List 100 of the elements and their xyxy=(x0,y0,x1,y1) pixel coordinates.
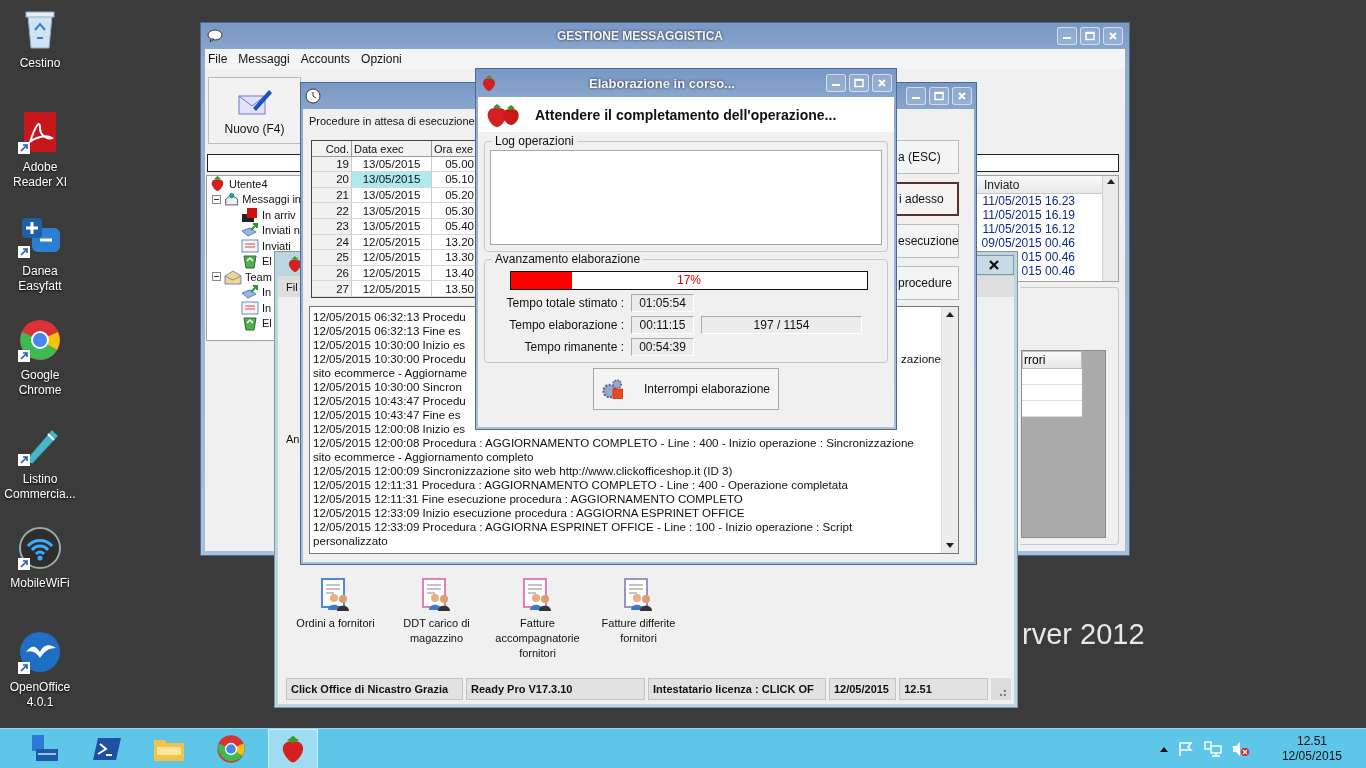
chat-bubble-icon xyxy=(207,29,223,43)
scroll-up-icon[interactable] xyxy=(946,311,954,317)
tree-item[interactable]: Inviati xyxy=(262,239,291,252)
document-people-icon[interactable] xyxy=(420,578,453,612)
collapse-toggle[interactable] xyxy=(212,272,221,282)
desktop-icon-label[interactable]: OpenOffice 4.0.1 xyxy=(3,680,77,710)
readout-field: 01:05:54 xyxy=(631,294,694,312)
maximize-icon xyxy=(934,91,944,101)
log-line: 12/05/2015 10:30:00 Sincron xyxy=(313,380,462,394)
bin-icon xyxy=(241,253,259,270)
menu-item[interactable]: Messaggi xyxy=(238,52,290,66)
desktop-icon-label[interactable]: Google Chrome xyxy=(3,368,77,398)
clock-icon xyxy=(305,88,321,104)
tree-item[interactable]: El xyxy=(262,255,272,268)
caret-up-icon[interactable] xyxy=(1159,745,1168,752)
log-line-end: zazione xyxy=(901,352,941,366)
log-line: 12/05/2015 12:00:08 Procedura : AGGIORNAMENTO COMPLETO - Line : 400 - Inizio operazione : Sincronizzazione xyxy=(313,436,914,450)
tree-item[interactable]: Team xyxy=(245,270,272,283)
column-header[interactable]: Inviato xyxy=(977,176,1102,194)
tree-item[interactable]: Inviati n xyxy=(262,224,300,237)
menu-item[interactable]: Accounts xyxy=(300,52,351,66)
document-people-icon[interactable] xyxy=(319,578,352,612)
desktop-icon-label[interactable]: Cestino xyxy=(3,56,77,71)
desktop-icon-label[interactable]: Listino Commercia... xyxy=(3,472,77,502)
envelope-arrow-icon xyxy=(241,284,259,301)
log-line: 12/05/2015 12:11:31 Procedura : AGGIORNAMENTO COMPLETO - Line : 400 - Operazione completata xyxy=(313,478,848,492)
resize-grip-icon[interactable] xyxy=(991,678,1011,700)
menu-item[interactable]: Opzioni xyxy=(361,52,402,66)
column-header[interactable]: rrori xyxy=(1022,351,1082,369)
close-icon xyxy=(1108,31,1118,41)
readout-field: 00:11:15 xyxy=(631,316,694,334)
table-cell: 11/05/2015 16.19 xyxy=(982,208,1075,222)
log-line: 12/05/2015 12:00:08 Inizio es xyxy=(313,422,466,436)
tree-item[interactable]: Utente4 xyxy=(229,177,268,190)
table-cell[interactable]: 13/05/2015 xyxy=(352,203,432,219)
log-line: sito ecommerce - Aggiorname xyxy=(313,366,467,380)
scroll-down-icon[interactable] xyxy=(946,543,954,549)
taskbar-button[interactable] xyxy=(268,728,318,768)
shortcut-label[interactable]: DDT carico di magazzino xyxy=(388,616,485,646)
tree-item[interactable]: El xyxy=(262,317,272,330)
table-cell[interactable]: 12/05/2015 xyxy=(352,281,432,297)
field-label: Tempo elaborazione : xyxy=(508,318,624,332)
browser-icon xyxy=(216,733,246,764)
dialog-title: Elaborazione in corso... xyxy=(588,75,736,91)
table-cell: 015 00.46 xyxy=(1021,250,1075,264)
wifi-icon[interactable] xyxy=(18,526,62,570)
column-header[interactable]: Ora exe xyxy=(432,141,477,157)
envelope-icon xyxy=(224,191,240,208)
scrollbar[interactable] xyxy=(941,307,958,553)
branding-text: rver 2012 xyxy=(1022,618,1145,651)
scrollbar[interactable] xyxy=(1102,176,1118,281)
desktop-icon-label[interactable]: MobileWiFi xyxy=(3,576,77,591)
speaker-muted-icon[interactable] xyxy=(1231,740,1250,757)
clock-date[interactable]: 12/05/2015 xyxy=(1281,748,1342,764)
table-row xyxy=(1022,401,1082,417)
browser-icon[interactable] xyxy=(18,318,62,362)
shortcut-label[interactable]: Ordini a fornitori xyxy=(287,616,384,631)
menu-item[interactable]: Fil xyxy=(286,280,298,293)
column-header[interactable]: Cod. xyxy=(312,141,352,157)
desktop-icon-label[interactable]: Danea Easyfatt xyxy=(3,264,77,294)
column-header[interactable]: Data exec xyxy=(352,141,432,157)
field-label: Tempo rimanente : xyxy=(523,340,624,354)
menu-item[interactable]: File xyxy=(208,52,228,66)
table-cell: 11/05/2015 16.12 xyxy=(982,222,1075,236)
envelope-arrow-icon xyxy=(241,222,259,239)
table-cell[interactable]: 12/05/2015 xyxy=(352,250,432,266)
field-label: Tempo totale stimato : xyxy=(505,296,624,310)
mail-card-icon xyxy=(241,299,259,316)
table-row xyxy=(1022,369,1082,385)
table-cell[interactable]: 13/05/2015 xyxy=(352,172,432,188)
shortcut-label[interactable]: Fatture accompagnatorie fornitori xyxy=(489,616,586,661)
dialog-heading: Attendere il completamento dell'operazione... xyxy=(535,106,837,123)
table-cell: 11/05/2015 16.23 xyxy=(982,194,1075,208)
tree-item[interactable]: In arriv xyxy=(262,208,296,221)
table-cell: 20 xyxy=(312,172,352,188)
tree-item[interactable]: In xyxy=(262,301,272,314)
tree-item[interactable]: In xyxy=(262,286,272,299)
document-people-icon[interactable] xyxy=(521,578,554,612)
document-people-icon[interactable] xyxy=(622,578,655,612)
strawberry-icon xyxy=(480,74,498,92)
desktop-icon-label[interactable]: Adobe Reader XI xyxy=(3,160,77,190)
stop-button[interactable]: Interrompi elaborazione xyxy=(593,368,779,410)
side-label: An xyxy=(286,433,300,445)
shortcut-label[interactable]: Fatture differite fornitori xyxy=(590,616,687,646)
minus-icon xyxy=(214,274,219,280)
readout-field: 00:54:39 xyxy=(631,338,694,356)
gull-icon[interactable] xyxy=(18,630,62,674)
clock-time[interactable]: 12.51 xyxy=(1296,733,1327,749)
status-field: 12.51 xyxy=(899,678,989,700)
table-cell: 13.30 xyxy=(432,250,477,266)
tree-item[interactable]: Messaggi in xyxy=(242,193,301,206)
scroll-up-icon[interactable] xyxy=(1106,178,1115,184)
log-line: 12/05/2015 10:30:00 Procedu xyxy=(313,352,466,366)
log-line: 12/05/2015 10:43:47 Fine es xyxy=(313,408,461,422)
table-cell: 015 00.46 xyxy=(1021,264,1075,278)
close-button[interactable] xyxy=(974,255,1014,275)
new-message-button[interactable]: Nuovo (F4) xyxy=(208,77,301,144)
collapse-toggle[interactable] xyxy=(212,194,221,204)
log-line: 12/05/2015 06:32:13 Fine es xyxy=(313,324,461,338)
inbox-tray-icon xyxy=(241,206,259,223)
